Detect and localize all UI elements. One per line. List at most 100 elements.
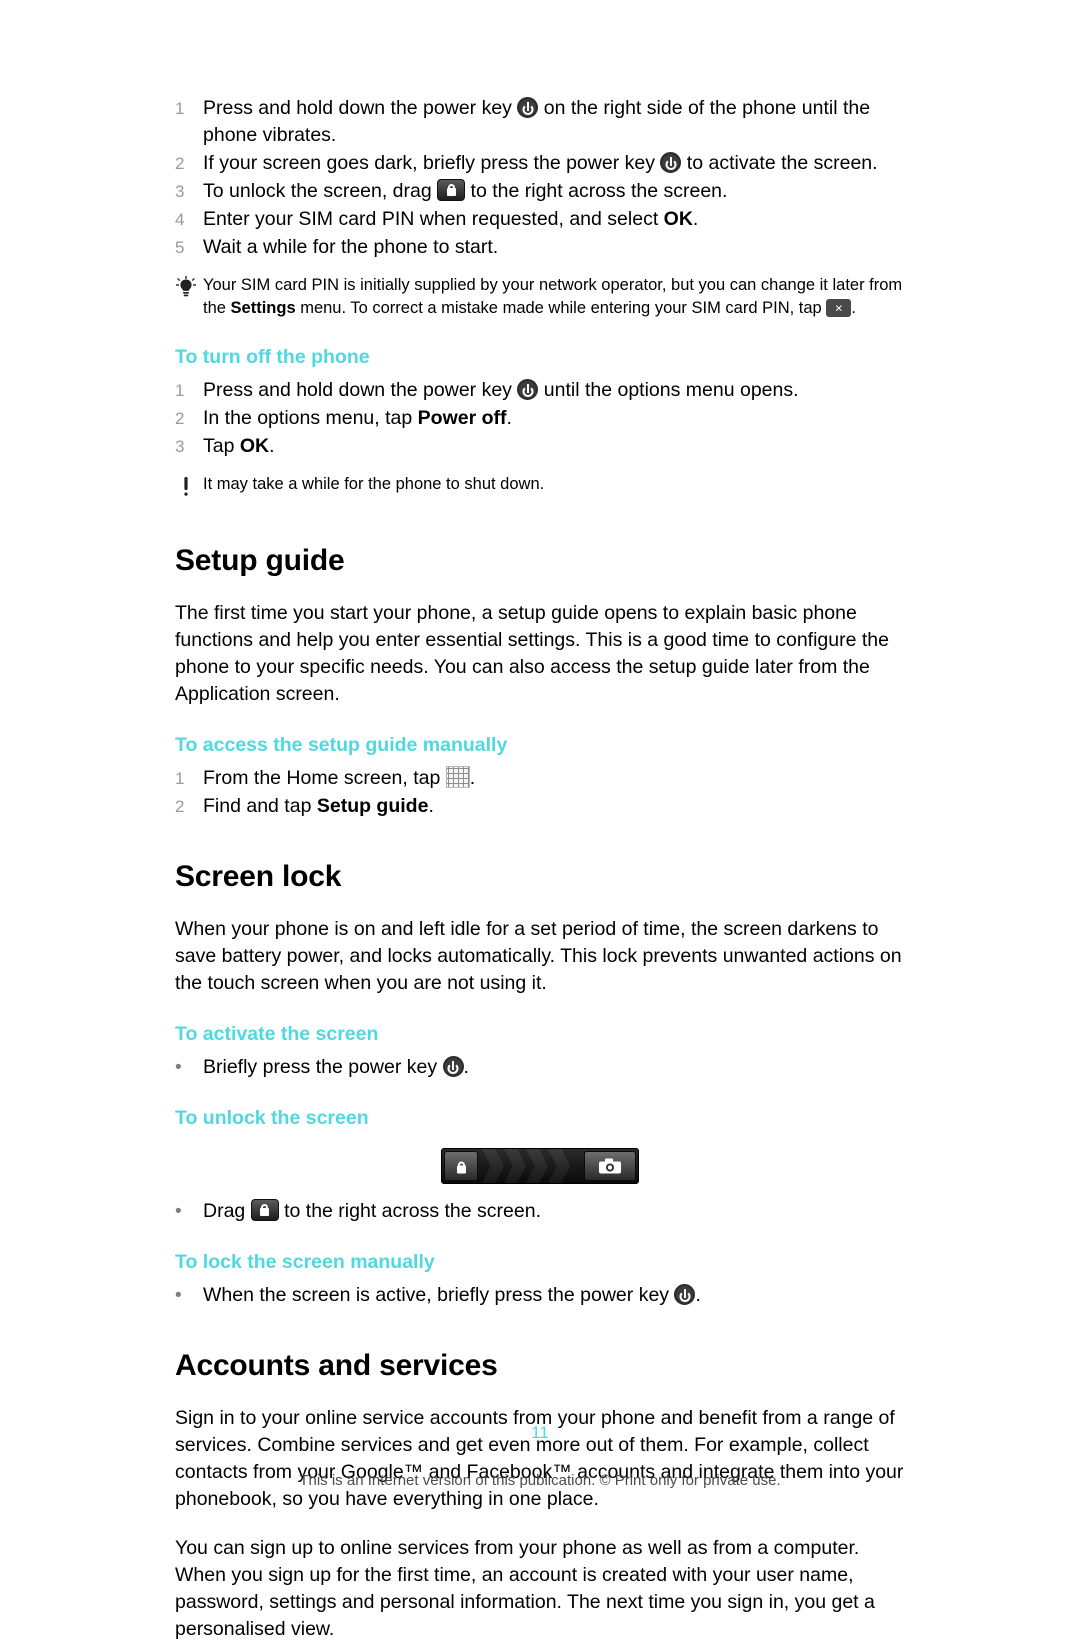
chevron-right-icon <box>482 1149 504 1183</box>
chevron-right-icon <box>548 1149 570 1183</box>
backspace-icon <box>826 299 852 317</box>
list-item: • When the screen is active, briefly pre… <box>175 1282 905 1309</box>
list-text: Wait a while for the phone to start. <box>203 236 499 258</box>
step-text-bold: Power off <box>417 407 507 429</box>
list-text: Find and tap Setup guide. <box>203 793 905 820</box>
apps-grid-icon <box>445 766 470 788</box>
tip-note: Your SIM card PIN is initially supplied … <box>175 274 905 320</box>
bullet-text-post: to the right across the screen. <box>278 1200 541 1222</box>
list-item: • Drag to the right across the screen. <box>175 1198 905 1225</box>
chevron-right-icon <box>526 1149 548 1183</box>
list-text: Drag to the right across the screen. <box>203 1198 905 1225</box>
step-text-bold: OK <box>663 208 693 230</box>
list-text: From the Home screen, tap . <box>203 765 905 792</box>
page-number: 11 <box>531 1423 549 1442</box>
screen-lock-paragraph: When your phone is on and left idle for … <box>175 918 902 994</box>
step-text-post: . <box>506 407 512 429</box>
warning-note-text: It may take a while for the phone to shu… <box>203 475 545 493</box>
camera-icon <box>599 1158 621 1174</box>
tip-part2: menu. To correct a mistake made while en… <box>295 299 827 317</box>
list-item: 2 In the options menu, tap Power off. <box>175 405 905 432</box>
lock-icon <box>437 179 466 201</box>
power-key-icon <box>517 97 539 118</box>
bullet-text-post: . <box>463 1056 469 1078</box>
step-text-pre: Press and hold down the power key <box>203 379 518 401</box>
chevron-right-icon <box>504 1149 526 1183</box>
step-text-pre: If your screen goes dark, briefly press … <box>203 152 661 174</box>
lightbulb-icon <box>175 274 203 305</box>
step-text-post: until the options menu opens. <box>538 379 799 401</box>
list-text: In the options menu, tap Power off. <box>203 405 905 432</box>
list-bullet: • <box>175 1198 203 1225</box>
list-item: • Briefly press the power key . <box>175 1054 905 1081</box>
tip-part3: . <box>851 299 856 317</box>
list-number: 2 <box>175 154 185 173</box>
heading-access-setup-guide: To access the setup guide manually <box>175 734 508 756</box>
power-key-icon <box>674 1284 696 1305</box>
step-text-post: . <box>428 795 434 817</box>
list-bullet: • <box>175 1054 203 1081</box>
slider-camera-handle[interactable] <box>584 1151 636 1181</box>
bullet-glyph: • <box>175 1201 182 1222</box>
list-item: 2 If your screen goes dark, briefly pres… <box>175 150 905 177</box>
footer-disclaimer: This is an Internet version of this publ… <box>299 1472 781 1489</box>
exclamation-icon <box>175 473 203 504</box>
power-key-icon <box>660 152 682 173</box>
step-text-post: to the right across the screen. <box>465 180 728 202</box>
step-text-pre: Press and hold down the power key <box>203 97 518 119</box>
list-item: 5 Wait a while for the phone to start. <box>175 234 905 261</box>
bullet-text-pre: When the screen is active, briefly press… <box>203 1284 675 1306</box>
list-item: 4 Enter your SIM card PIN when requested… <box>175 206 905 233</box>
slider-lock-handle[interactable] <box>444 1151 478 1181</box>
step-text-pre: To unlock the screen, drag <box>203 180 438 202</box>
list-number: 2 <box>175 797 185 816</box>
step-text-pre: Find and tap <box>203 795 317 817</box>
list-number: 2 <box>175 409 185 428</box>
document-page: 1 Press and hold down the power key on t… <box>0 0 1080 1640</box>
list-item: 1 From the Home screen, tap . <box>175 765 905 792</box>
heading-lock-the-screen-manually: To lock the screen manually <box>175 1251 435 1273</box>
power-key-icon <box>442 1056 464 1077</box>
list-number: 3 <box>175 437 185 456</box>
lock-icon <box>250 1199 279 1221</box>
bullet-text-pre: Drag <box>203 1200 251 1222</box>
tip-note-text: Your SIM card PIN is initially supplied … <box>203 274 905 320</box>
startup-steps-list: 1 Press and hold down the power key on t… <box>175 95 905 261</box>
step-text-post: to activate the screen. <box>681 152 878 174</box>
unlock-slider-figure <box>175 1148 905 1184</box>
list-text: Tap OK. <box>203 433 905 460</box>
bullet-glyph: • <box>175 1057 182 1078</box>
exclamation-icon-svg <box>184 477 188 496</box>
turn-off-steps-list: 1 Press and hold down the power key unti… <box>175 377 905 460</box>
list-item: 1 Press and hold down the power key on t… <box>175 95 905 149</box>
list-item: 3 Tap OK. <box>175 433 905 460</box>
list-text: Enter your SIM card PIN when requested, … <box>203 206 905 233</box>
setup-guide-steps-list: 1 From the Home screen, tap . 2 Find and… <box>175 765 905 820</box>
list-text: If your screen goes dark, briefly press … <box>203 150 905 177</box>
warning-note: It may take a while for the phone to shu… <box>175 473 905 504</box>
setup-guide-paragraph: The first time you start your phone, a s… <box>175 602 889 705</box>
heading-activate-the-screen: To activate the screen <box>175 1023 379 1045</box>
heading-to-turn-off-the-phone: To turn off the phone <box>175 346 370 368</box>
step-text-pre: In the options menu, tap <box>203 407 418 429</box>
power-key-icon <box>517 379 539 400</box>
list-item: 2 Find and tap Setup guide. <box>175 793 905 820</box>
unlock-slider-image <box>441 1148 639 1184</box>
list-number: 3 <box>175 182 185 201</box>
list-item: 3 To unlock the screen, drag to the righ… <box>175 178 905 205</box>
tip-bold-settings: Settings <box>230 299 296 317</box>
list-text: Press and hold down the power key on the… <box>203 95 905 149</box>
page-content: 1 Press and hold down the power key on t… <box>175 95 905 1643</box>
bullet-glyph: • <box>175 1285 182 1306</box>
accounts-paragraph-2: You can sign up to online services from … <box>175 1537 875 1640</box>
section-title-accounts-and-services: Accounts and services <box>175 1349 498 1382</box>
list-number: 1 <box>175 381 185 400</box>
list-text: To unlock the screen, drag to the right … <box>203 178 905 205</box>
step-text-pre: Tap <box>203 435 240 457</box>
list-number: 5 <box>175 238 185 257</box>
list-text: Briefly press the power key . <box>203 1054 905 1081</box>
list-number: 1 <box>175 769 185 788</box>
heading-unlock-the-screen: To unlock the screen <box>175 1107 369 1129</box>
lightbulb-icon-svg <box>176 276 196 297</box>
step-text-post: . <box>692 208 699 230</box>
